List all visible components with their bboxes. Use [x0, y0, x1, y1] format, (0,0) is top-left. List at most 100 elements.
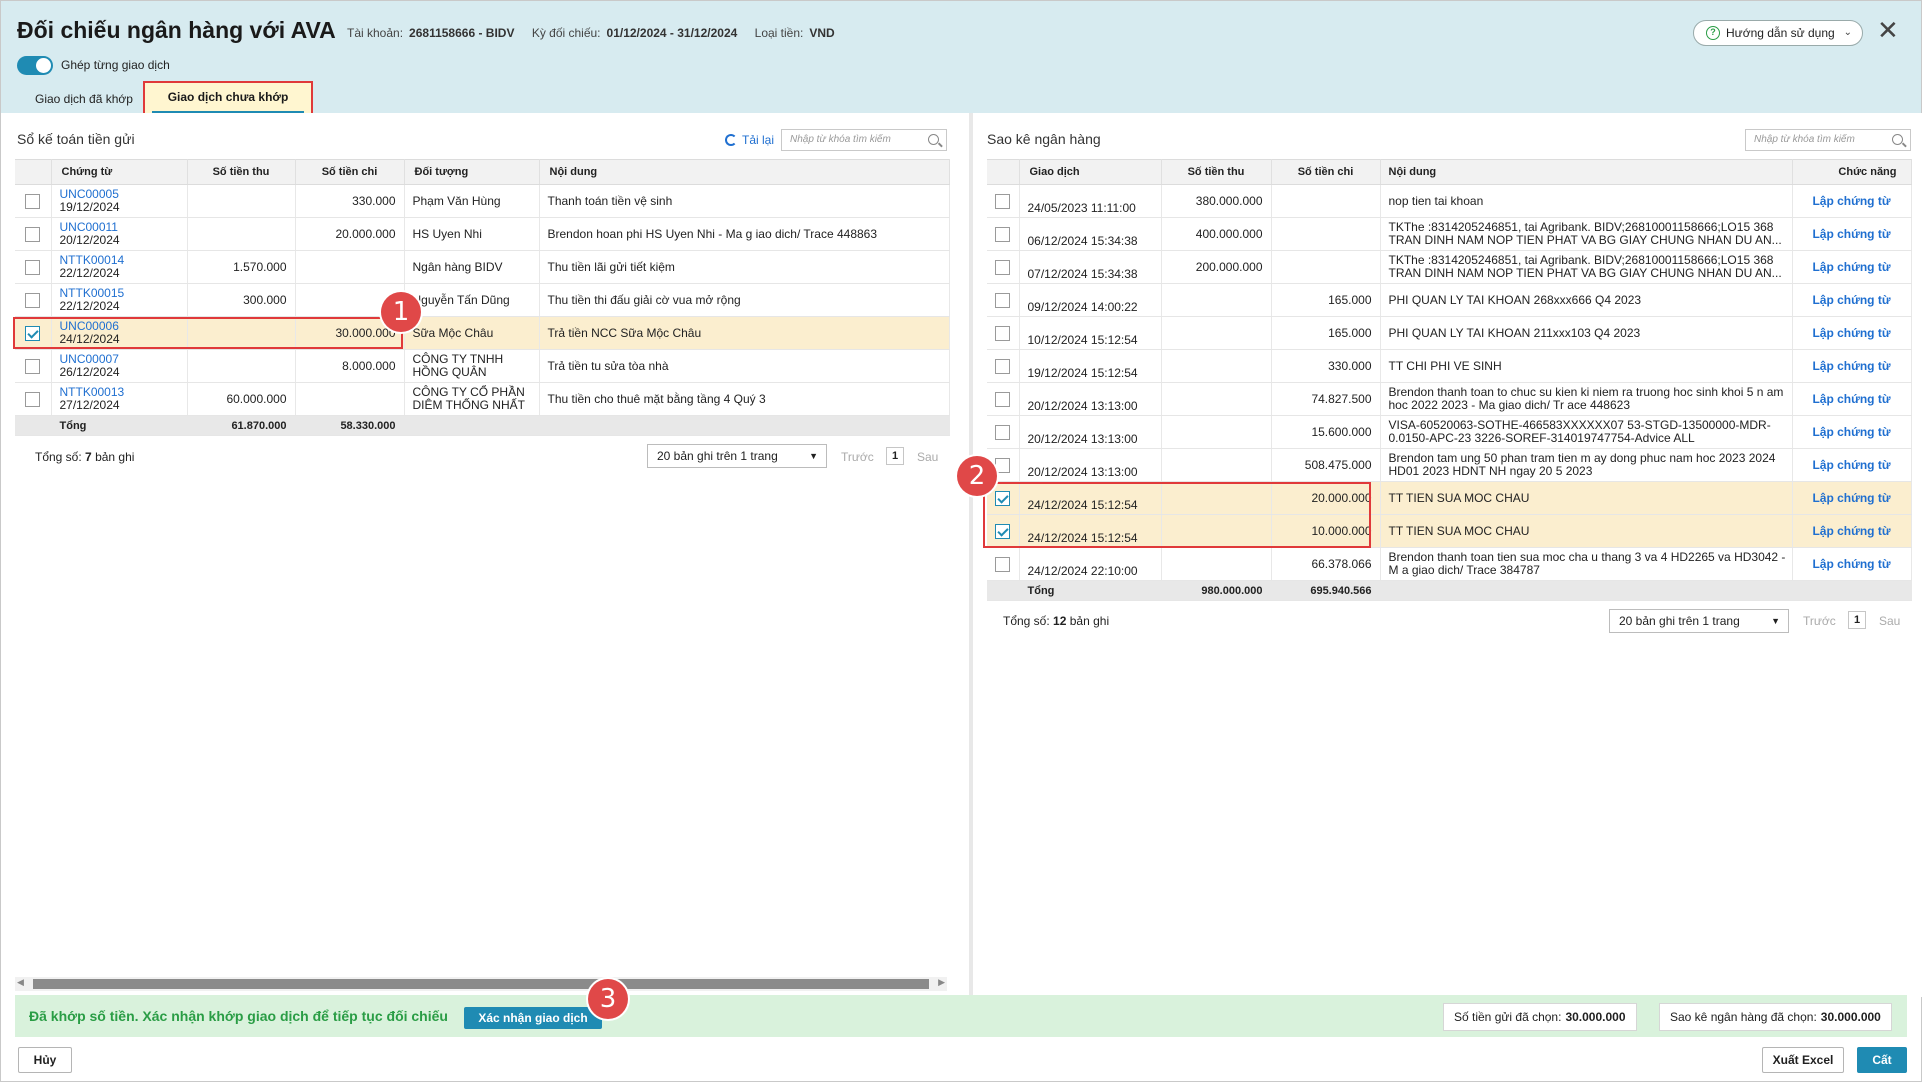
right-page-number[interactable]: 1: [1848, 611, 1866, 629]
row-checkbox-checked[interactable]: [25, 325, 41, 341]
col-receipt[interactable]: Số tiền thu: [1161, 159, 1272, 185]
left-search-field[interactable]: [781, 129, 947, 151]
row-checkbox[interactable]: [25, 391, 41, 407]
tab-matched[interactable]: Giao dịch đã khớp: [35, 92, 133, 106]
horizontal-scrollbar[interactable]: ◀ ▶: [15, 977, 947, 991]
create-voucher-link[interactable]: Lập chứng từ: [1792, 382, 1912, 416]
receipt-amount: [1161, 349, 1272, 383]
content-cell: Brendon thanh toan to chuc su kien ki ni…: [1388, 385, 1784, 412]
col-content[interactable]: Nội dung: [1380, 159, 1793, 185]
search-icon[interactable]: [928, 134, 939, 145]
table-row[interactable]: 20/12/2024 13:13:00 15.600.000 VISA-605200…: [987, 415, 1912, 449]
left-next-page[interactable]: Sau: [917, 450, 938, 464]
create-voucher-link[interactable]: Lập chứng từ: [1792, 283, 1912, 317]
row-checkbox[interactable]: [995, 391, 1011, 407]
create-voucher-link[interactable]: Lập chứng từ: [1792, 547, 1912, 581]
table-row[interactable]: 20/12/2024 13:13:00 74.827.500 Brendon tha…: [987, 382, 1912, 416]
row-checkbox-checked[interactable]: [995, 523, 1011, 539]
search-icon[interactable]: [1892, 134, 1903, 145]
create-voucher-link[interactable]: Lập chứng từ: [1792, 316, 1912, 350]
row-checkbox-checked[interactable]: [995, 490, 1011, 506]
table-row[interactable]: 07/12/2024 15:34:38 200.000.000 TKThe :831…: [987, 250, 1912, 284]
create-voucher-link[interactable]: Lập chứng từ: [1792, 250, 1912, 284]
currency-value: VND: [809, 26, 835, 40]
row-checkbox[interactable]: [25, 193, 41, 209]
create-voucher-link[interactable]: Lập chứng từ: [1792, 415, 1912, 449]
right-prev-page[interactable]: Trước: [1803, 614, 1836, 628]
transaction-time: 20/12/2024 13:13:00: [1019, 382, 1162, 416]
create-voucher-link[interactable]: Lập chứng từ: [1792, 448, 1912, 482]
table-row-selected[interactable]: UNC00006 24/12/2024 30.000.000 Sữa Mộc Châu…: [15, 316, 950, 350]
table-row-selected[interactable]: 24/12/2024 15:12:54 20.000.000 TT TIEN SUA…: [987, 481, 1912, 515]
reload-button[interactable]: Tải lại: [725, 133, 774, 147]
create-voucher-link[interactable]: Lập chứng từ: [1792, 514, 1912, 548]
table-row[interactable]: UNC00005 19/12/2024 330.000 Phạm Văn Hùng Th…: [15, 184, 950, 218]
receipt-amount: [1161, 415, 1272, 449]
scroll-left-icon[interactable]: ◀: [17, 977, 24, 988]
transaction-time: 20/12/2024 13:13:00: [1019, 415, 1162, 449]
close-icon[interactable]: ✕: [1877, 17, 1899, 43]
table-row[interactable]: 19/12/2024 15:12:54 330.000 TT CHI PHI VE …: [987, 349, 1912, 383]
row-checkbox[interactable]: [25, 259, 41, 275]
create-voucher-link[interactable]: Lập chứng từ: [1792, 481, 1912, 515]
row-checkbox[interactable]: [995, 358, 1011, 374]
row-checkbox[interactable]: [995, 556, 1011, 572]
create-voucher-link[interactable]: Lập chứng từ: [1792, 349, 1912, 383]
right-page-size-select[interactable]: 20 bản ghi trên 1 trang ▼: [1609, 609, 1789, 633]
create-voucher-link[interactable]: Lập chứng từ: [1792, 217, 1912, 251]
reload-icon: [725, 134, 737, 146]
cancel-button[interactable]: Hủy: [18, 1047, 72, 1073]
account-label: Tài khoản:: [347, 26, 404, 40]
table-row[interactable]: 24/12/2024 22:10:00 66.378.066 Brendon tha…: [987, 547, 1912, 581]
col-voucher[interactable]: Chứng từ: [51, 159, 188, 185]
receipt-amount: [187, 349, 296, 383]
left-page-size-select[interactable]: 20 bản ghi trên 1 trang ▼: [647, 444, 827, 468]
table-row[interactable]: 10/12/2024 15:12:54 165.000 PHI QUAN LY TA…: [987, 316, 1912, 350]
right-next-page[interactable]: Sau: [1879, 614, 1900, 628]
scroll-right-icon[interactable]: ▶: [938, 977, 945, 988]
right-search-field[interactable]: [1745, 129, 1911, 151]
row-checkbox[interactable]: [995, 424, 1011, 440]
col-content[interactable]: Nội dung: [539, 159, 950, 185]
table-row[interactable]: UNC00011 20/12/2024 20.000.000 HS Uyen Nhi B…: [15, 217, 950, 251]
save-button[interactable]: Cất: [1857, 1047, 1907, 1073]
row-checkbox[interactable]: [995, 292, 1011, 308]
row-checkbox[interactable]: [995, 226, 1011, 242]
row-checkbox[interactable]: [995, 193, 1011, 209]
receipt-amount: [1161, 316, 1272, 350]
left-prev-page[interactable]: Trước: [841, 450, 874, 464]
col-receipt[interactable]: Số tiền thu: [187, 159, 296, 185]
table-row[interactable]: NTTK00015 22/12/2024 300.000 Nguyễn Tấn Dũn…: [15, 283, 950, 317]
create-voucher-link[interactable]: Lập chứng từ: [1792, 184, 1912, 218]
dialog-title: Đối chiếu ngân hàng với AVA: [17, 17, 336, 43]
col-payment[interactable]: Số tiền chi: [1271, 159, 1381, 185]
payment-amount: [295, 250, 405, 284]
row-checkbox[interactable]: [25, 226, 41, 242]
table-row-selected[interactable]: 24/12/2024 15:12:54 10.000.000 TT TIEN SUA…: [987, 514, 1912, 548]
table-row[interactable]: 24/05/2023 11:11:00 380.000.000 nop tien t…: [987, 184, 1912, 218]
table-row[interactable]: UNC00007 26/12/2024 8.000.000 CÔNG TY TNHH …: [15, 349, 950, 383]
table-row[interactable]: 09/12/2024 14:00:22 165.000 PHI QUAN LY TA…: [987, 283, 1912, 317]
reconciliation-dialog: Đối chiếu ngân hàng với AVA Tài khoản: 26…: [0, 0, 1922, 1082]
row-checkbox[interactable]: [995, 325, 1011, 341]
table-row[interactable]: NTTK00014 22/12/2024 1.570.000 Ngân hàng BI…: [15, 250, 950, 284]
row-checkbox[interactable]: [25, 358, 41, 374]
col-object[interactable]: Đối tượng: [404, 159, 540, 185]
table-row[interactable]: NTTK00013 27/12/2024 60.000.000 CÔNG TY CỔ …: [15, 382, 950, 416]
col-transaction[interactable]: Giao dịch: [1019, 159, 1162, 185]
left-search-input[interactable]: [790, 134, 920, 145]
row-checkbox[interactable]: [995, 457, 1011, 473]
table-row[interactable]: 06/12/2024 15:34:38 400.000.000 TKThe :831…: [987, 217, 1912, 251]
match-each-toggle[interactable]: [17, 56, 53, 75]
right-search-input[interactable]: [1754, 134, 1884, 145]
export-excel-button[interactable]: Xuất Excel: [1762, 1047, 1844, 1073]
left-page-number[interactable]: 1: [886, 447, 904, 465]
confirm-transaction-button[interactable]: Xác nhận giao dịch: [464, 1007, 602, 1029]
scrollbar-thumb[interactable]: [33, 979, 929, 989]
col-payment[interactable]: Số tiền chi: [295, 159, 405, 185]
table-row[interactable]: 20/12/2024 13:13:00 508.475.000 Brendon ta…: [987, 448, 1912, 482]
row-checkbox[interactable]: [995, 259, 1011, 275]
payment-amount: 330.000: [295, 184, 405, 218]
user-guide-dropdown[interactable]: ? Hướng dẫn sử dụng ⌄: [1693, 20, 1863, 46]
row-checkbox[interactable]: [25, 292, 41, 308]
